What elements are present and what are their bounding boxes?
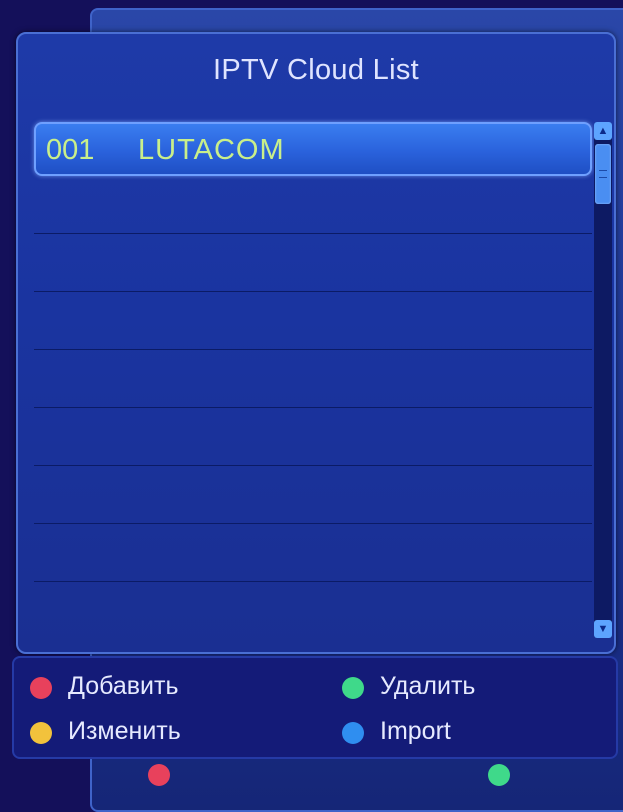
hint-delete-label: Удалить: [380, 672, 476, 700]
scrollbar-thumb[interactable]: [595, 144, 611, 204]
hint-import-label: Import: [380, 717, 451, 745]
playlist-list: 001 LUTACOM: [34, 120, 592, 640]
hint-add-label: Добавить: [68, 672, 179, 700]
list-item-empty: [34, 178, 592, 234]
green-key-icon: [342, 677, 364, 699]
list-item-empty: [34, 468, 592, 524]
yellow-key-icon: [30, 722, 52, 744]
hint-edit-label: Изменить: [68, 717, 181, 745]
list-item-empty: [34, 526, 592, 582]
background-green-key-icon: [488, 764, 510, 786]
background-red-key-icon: [148, 764, 170, 786]
list-item-selected[interactable]: 001 LUTACOM: [34, 122, 592, 176]
color-key-hints: Добавить Удалить Изменить Import: [12, 656, 618, 759]
list-scrollbar[interactable]: ▲ ▼: [594, 122, 612, 638]
iptv-cloud-list-dialog: IPTV Cloud List 001 LUTACOM ▲ ▼: [16, 32, 616, 654]
list-item-empty: [34, 294, 592, 350]
list-item-empty: [34, 236, 592, 292]
list-item-number: 001: [46, 134, 95, 166]
list-item-empty: [34, 352, 592, 408]
dialog-title: IPTV Cloud List: [213, 54, 419, 86]
list-item-name: LUTACOM: [138, 134, 285, 166]
red-key-icon: [30, 677, 52, 699]
arrow-up-icon[interactable]: ▲: [594, 122, 612, 140]
blue-key-icon: [342, 722, 364, 744]
list-item-empty: [34, 584, 592, 640]
arrow-down-icon[interactable]: ▼: [594, 620, 612, 638]
list-item-empty: [34, 410, 592, 466]
